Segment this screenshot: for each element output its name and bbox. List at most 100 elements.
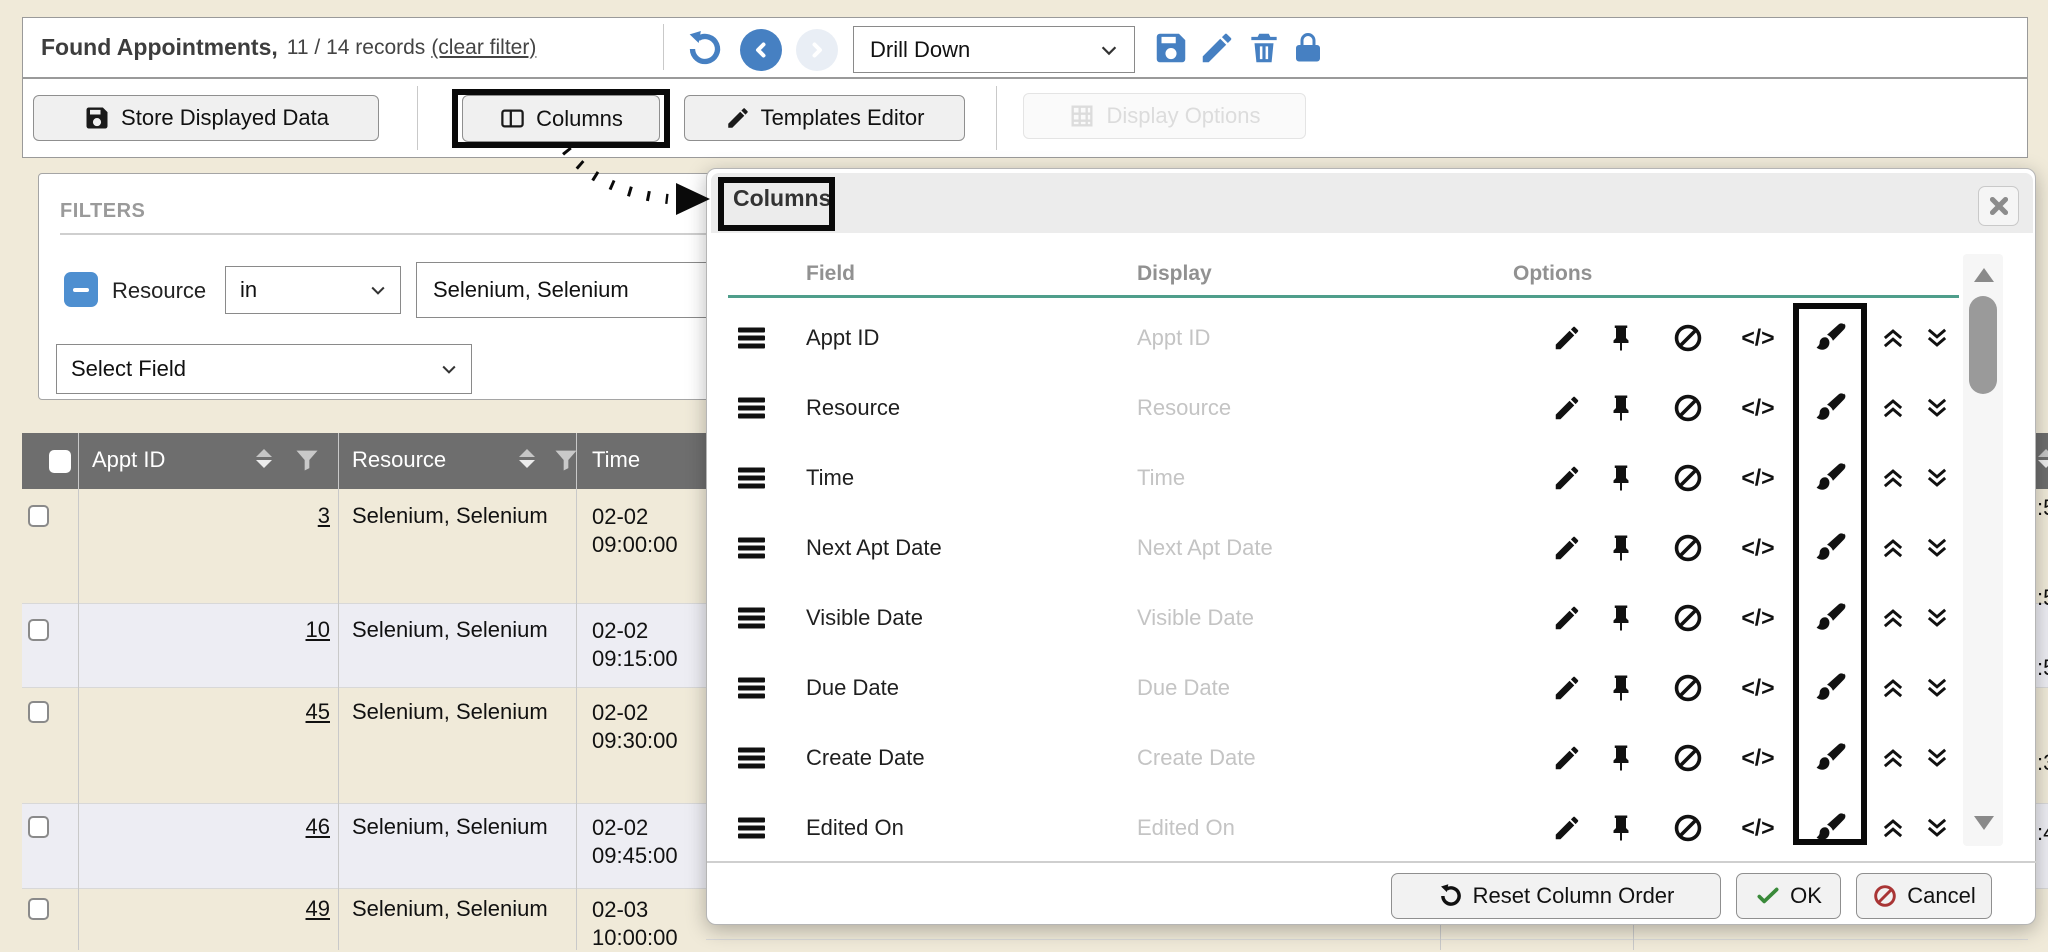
store-displayed-data-button[interactable]: Store Displayed Data xyxy=(33,95,379,141)
filter-funnel-icon[interactable] xyxy=(552,446,580,474)
hide-column-icon[interactable] xyxy=(1672,742,1704,774)
code-column-icon[interactable]: </> xyxy=(1729,535,1787,562)
pin-column-icon[interactable] xyxy=(1606,463,1636,493)
brush-column-icon[interactable] xyxy=(1814,391,1848,425)
code-column-icon[interactable]: </> xyxy=(1729,465,1787,492)
drag-handle-icon[interactable] xyxy=(738,325,765,352)
drag-handle-icon[interactable] xyxy=(738,745,765,772)
edit-column-icon[interactable] xyxy=(1552,323,1582,353)
pin-column-icon[interactable] xyxy=(1606,603,1636,633)
pin-column-icon[interactable] xyxy=(1606,533,1636,563)
code-column-icon[interactable]: </> xyxy=(1729,745,1787,772)
move-up-icon[interactable] xyxy=(1879,744,1907,772)
hide-column-icon[interactable] xyxy=(1672,532,1704,564)
ok-button[interactable]: OK xyxy=(1736,873,1841,919)
move-down-icon[interactable] xyxy=(1923,674,1951,702)
pin-column-icon[interactable] xyxy=(1606,393,1636,423)
columns-button[interactable]: Columns xyxy=(462,95,660,142)
row-checkbox[interactable] xyxy=(28,898,49,920)
hide-column-icon[interactable] xyxy=(1672,392,1704,424)
edit-column-icon[interactable] xyxy=(1552,743,1582,773)
pin-column-icon[interactable] xyxy=(1606,743,1636,773)
drag-handle-icon[interactable] xyxy=(738,465,765,492)
brush-column-icon[interactable] xyxy=(1814,741,1848,775)
scroll-down-icon[interactable] xyxy=(1974,816,1994,830)
dialog-close-button[interactable] xyxy=(1978,186,2019,226)
pin-column-icon[interactable] xyxy=(1606,673,1636,703)
drag-handle-icon[interactable] xyxy=(738,535,765,562)
code-column-icon[interactable]: </> xyxy=(1729,395,1787,422)
sort-icon[interactable] xyxy=(519,449,535,468)
hide-column-icon[interactable] xyxy=(1672,322,1704,354)
row-checkbox[interactable] xyxy=(28,505,49,527)
scroll-up-icon[interactable] xyxy=(1974,268,1994,282)
select-all-checkbox[interactable] xyxy=(49,450,71,473)
edit-column-icon[interactable] xyxy=(1552,393,1582,423)
code-column-icon[interactable]: </> xyxy=(1729,815,1787,842)
hide-column-icon[interactable] xyxy=(1672,812,1704,844)
move-up-icon[interactable] xyxy=(1879,534,1907,562)
edit-column-icon[interactable] xyxy=(1552,673,1582,703)
col-header-appt-id[interactable]: Appt ID xyxy=(92,447,165,473)
code-column-icon[interactable]: </> xyxy=(1729,605,1787,632)
pin-column-icon[interactable] xyxy=(1606,813,1636,843)
move-down-icon[interactable] xyxy=(1923,534,1951,562)
move-down-icon[interactable] xyxy=(1923,464,1951,492)
drag-handle-icon[interactable] xyxy=(738,815,765,842)
drag-handle-icon[interactable] xyxy=(738,675,765,702)
move-up-icon[interactable] xyxy=(1879,604,1907,632)
move-down-icon[interactable] xyxy=(1923,814,1951,842)
hide-column-icon[interactable] xyxy=(1672,672,1704,704)
lock-view-button[interactable] xyxy=(1290,29,1326,67)
brush-column-icon[interactable] xyxy=(1814,321,1848,355)
add-filter-field-select[interactable]: Select Field xyxy=(56,344,472,394)
appt-id-link[interactable]: 45 xyxy=(78,699,330,725)
col-header-resource[interactable]: Resource xyxy=(352,447,446,473)
cancel-button[interactable]: Cancel xyxy=(1856,873,1992,919)
row-checkbox[interactable] xyxy=(28,619,49,641)
move-down-icon[interactable] xyxy=(1923,394,1951,422)
save-view-button[interactable] xyxy=(1152,29,1190,67)
brush-column-icon[interactable] xyxy=(1814,531,1848,565)
move-up-icon[interactable] xyxy=(1879,324,1907,352)
undo-button[interactable] xyxy=(684,28,726,70)
edit-column-icon[interactable] xyxy=(1552,603,1582,633)
forward-button[interactable] xyxy=(796,29,838,71)
drag-handle-icon[interactable] xyxy=(738,395,765,422)
move-up-icon[interactable] xyxy=(1879,814,1907,842)
edit-column-icon[interactable] xyxy=(1552,463,1582,493)
filter-funnel-icon[interactable] xyxy=(293,446,321,474)
code-column-icon[interactable]: </> xyxy=(1729,675,1787,702)
col-header-time[interactable]: Time xyxy=(592,447,640,473)
row-checkbox[interactable] xyxy=(28,701,49,723)
edit-column-icon[interactable] xyxy=(1552,813,1582,843)
view-select[interactable]: Drill Down xyxy=(853,26,1135,73)
remove-filter-button[interactable] xyxy=(64,272,98,307)
reset-column-order-button[interactable]: Reset Column Order xyxy=(1391,873,1721,919)
code-column-icon[interactable]: </> xyxy=(1729,325,1787,352)
brush-column-icon[interactable] xyxy=(1814,811,1848,845)
sort-icon[interactable] xyxy=(256,449,272,468)
appt-id-link[interactable]: 3 xyxy=(78,503,330,529)
scrollbar-thumb[interactable] xyxy=(1969,296,1997,394)
templates-editor-button[interactable]: Templates Editor xyxy=(684,95,965,141)
row-checkbox[interactable] xyxy=(28,816,49,838)
move-down-icon[interactable] xyxy=(1923,744,1951,772)
edit-column-icon[interactable] xyxy=(1552,533,1582,563)
clear-filter-link[interactable]: (clear filter) xyxy=(431,36,536,60)
brush-column-icon[interactable] xyxy=(1814,601,1848,635)
move-down-icon[interactable] xyxy=(1923,604,1951,632)
appt-id-link[interactable]: 49 xyxy=(78,896,330,922)
pin-column-icon[interactable] xyxy=(1606,323,1636,353)
drag-handle-icon[interactable] xyxy=(738,605,765,632)
brush-column-icon[interactable] xyxy=(1814,671,1848,705)
filter-operator-select[interactable]: in xyxy=(225,266,401,314)
edit-view-button[interactable] xyxy=(1198,29,1236,67)
delete-view-button[interactable] xyxy=(1245,29,1283,67)
appt-id-link[interactable]: 10 xyxy=(78,617,330,643)
appt-id-link[interactable]: 46 xyxy=(78,814,330,840)
move-down-icon[interactable] xyxy=(1923,324,1951,352)
back-button[interactable] xyxy=(740,29,782,71)
hide-column-icon[interactable] xyxy=(1672,462,1704,494)
move-up-icon[interactable] xyxy=(1879,464,1907,492)
